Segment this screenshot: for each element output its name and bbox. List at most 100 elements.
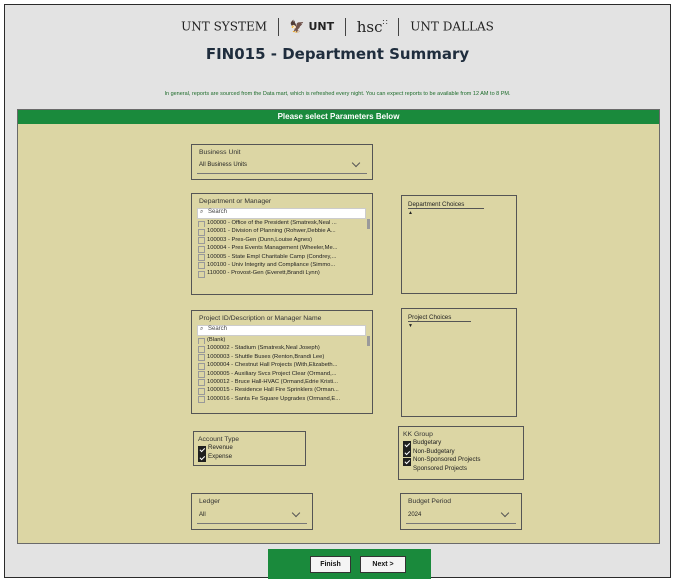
department-list: 100000 - Office of the President (Smatre… bbox=[197, 219, 366, 278]
unt-system-logo: UNT SYSTEM bbox=[181, 19, 268, 34]
project-item[interactable]: 1000016 - Santa Fe Square Upgrades (Orma… bbox=[197, 395, 366, 404]
project-item[interactable]: (Blank) bbox=[197, 336, 366, 345]
account-type-option[interactable]: Expense bbox=[198, 452, 233, 463]
department-item-label: 100001 - Division of Planning (Rohwer,De… bbox=[207, 228, 336, 235]
project-item-label: 1000015 - Residence Hall Fire Sprinklers… bbox=[207, 387, 339, 394]
business-unit-select[interactable]: Business Unit All Business Units bbox=[191, 144, 373, 180]
department-label: Department or Manager bbox=[199, 198, 272, 205]
checkbox[interactable] bbox=[198, 254, 205, 261]
department-item[interactable]: 100004 - Pres Events Management (Wheeler… bbox=[197, 244, 366, 253]
department-search-input[interactable]: ⌕ Search bbox=[197, 208, 366, 219]
project-search-input[interactable]: ⌕ Search bbox=[197, 325, 366, 336]
action-bar: Finish Next > bbox=[268, 549, 431, 579]
kk-group-option[interactable]: Sponsored Projects bbox=[403, 465, 480, 474]
project-item-label: 1000005 - Auxiliary Svcs Project Clear (… bbox=[207, 370, 337, 377]
budget-period-select[interactable]: Budget Period 2024 bbox=[400, 493, 522, 530]
unt-logo: UNT bbox=[308, 20, 335, 33]
project-item[interactable]: 1000003 - Shuttle Buses (Renton,Brandi L… bbox=[197, 353, 366, 362]
account-type-label: Account Type bbox=[198, 436, 240, 443]
department-item-label: 100000 - Office of the President (Smatre… bbox=[207, 220, 337, 226]
parameters-heading: Please select Parameters Below bbox=[18, 110, 659, 124]
institution-logos: UNT SYSTEM 🦅 UNT hsc∷ UNT DALLAS bbox=[5, 17, 670, 36]
finish-button[interactable]: Finish bbox=[310, 556, 351, 573]
checkbox[interactable] bbox=[198, 387, 205, 395]
checkbox[interactable] bbox=[198, 371, 205, 378]
department-item-label: 110000 - Provost-Gen (Everett,Brandi Lyn… bbox=[207, 270, 320, 277]
business-unit-dropdown[interactable]: All Business Units bbox=[197, 158, 367, 174]
project-item[interactable]: 1000012 - Bruce Hall-HVAC (Ormand,Edrie … bbox=[197, 378, 366, 387]
budget-period-dropdown[interactable]: 2024 bbox=[406, 508, 516, 524]
project-item[interactable]: 1000002 - Stadium (Smatresk,Neal Joseph) bbox=[197, 344, 366, 353]
ledger-dropdown[interactable]: All bbox=[197, 508, 307, 524]
department-choices-box: Department Choices ▲ bbox=[401, 195, 517, 294]
account-type-options: Revenue Expense bbox=[198, 444, 233, 463]
project-choices-box: Project Choices ▼ bbox=[401, 308, 517, 417]
department-choices-label: Department Choices ▲ bbox=[408, 201, 485, 216]
department-item[interactable]: 100001 - Division of Planning (Rohwer,De… bbox=[197, 227, 366, 236]
department-item[interactable]: 100000 - Office of the President (Smatre… bbox=[197, 219, 366, 228]
checkbox[interactable] bbox=[198, 354, 205, 362]
budget-period-label: Budget Period bbox=[408, 498, 452, 505]
department-item[interactable]: 100100 - Univ Integrity and Compliance (… bbox=[197, 261, 366, 270]
department-item-label: 100005 - State Empl Charitable Camp (Con… bbox=[207, 253, 337, 260]
report-header: UNT SYSTEM 🦅 UNT hsc∷ UNT DALLAS FIN015 … bbox=[5, 5, 670, 97]
checkbox[interactable] bbox=[198, 245, 205, 253]
department-item[interactable]: 110000 - Provost-Gen (Everett,Brandi Lyn… bbox=[197, 269, 366, 278]
kk-group-option[interactable]: Non-Sponsored Projects bbox=[403, 456, 481, 466]
eagle-icon: 🦅 bbox=[289, 19, 305, 34]
project-item[interactable]: 1000015 - Residence Hall Fire Sprinklers… bbox=[197, 386, 366, 395]
chevron-down-icon bbox=[500, 508, 510, 518]
business-unit-value: All Business Units bbox=[199, 162, 248, 168]
kk-group-box: KK Group Budgetary Non-Budgetary Non-Spons… bbox=[398, 426, 524, 480]
logo-divider bbox=[398, 17, 400, 36]
project-slicer: Project ID/Description or Manager Name ⌕… bbox=[191, 310, 373, 414]
department-item-label: 100004 - Pres Events Management (Wheeler… bbox=[207, 245, 338, 252]
kk-group-option-label: Non-Sponsored Projects bbox=[413, 456, 481, 464]
kk-group-option-label: Non-Budgetary bbox=[413, 447, 455, 455]
search-icon: ⌕ bbox=[200, 209, 204, 215]
logo-divider bbox=[344, 17, 346, 36]
chevron-down-icon bbox=[351, 158, 361, 168]
next-button[interactable]: Next > bbox=[360, 556, 406, 573]
project-item-label: 1000003 - Shuttle Buses (Renton,Brandi L… bbox=[207, 353, 325, 360]
checkbox[interactable] bbox=[198, 270, 205, 278]
account-type-option-label: Expense bbox=[208, 452, 233, 460]
project-item-label: 1000004 - Chestnut Hall Projects (With,E… bbox=[207, 362, 338, 369]
unt-dallas-logo: UNT DALLAS bbox=[410, 19, 494, 34]
parameters-panel: Please select Parameters Below Business … bbox=[17, 109, 660, 544]
project-label: Project ID/Description or Manager Name bbox=[199, 315, 322, 322]
checkbox[interactable] bbox=[198, 345, 205, 353]
kk-group-option[interactable]: Budgetary bbox=[403, 439, 480, 449]
project-scrollbar[interactable] bbox=[367, 336, 370, 346]
checkbox[interactable] bbox=[198, 228, 205, 236]
checkbox[interactable] bbox=[198, 379, 205, 387]
kk-group-option[interactable]: Non-Budgetary bbox=[403, 447, 480, 458]
department-slicer: Department or Manager ⌕ Search 100000 - … bbox=[191, 193, 373, 295]
checkbox[interactable] bbox=[198, 362, 205, 370]
checkbox[interactable] bbox=[198, 337, 205, 345]
account-type-option[interactable]: Revenue bbox=[198, 444, 233, 454]
project-item-label: 1000002 - Stadium (Smatresk,Neal Joseph) bbox=[207, 345, 320, 352]
sort-down-icon: ▼ bbox=[408, 323, 413, 329]
project-item[interactable]: 1000005 - Auxiliary Svcs Project Clear (… bbox=[197, 370, 366, 378]
checkbox[interactable] bbox=[198, 262, 205, 270]
ledger-select[interactable]: Ledger All bbox=[191, 493, 313, 530]
kk-group-options: Budgetary Non-Budgetary Non-Sponsored Proj… bbox=[403, 439, 480, 474]
checkbox[interactable] bbox=[198, 237, 205, 245]
checkbox-unchecked[interactable] bbox=[403, 467, 409, 473]
report-window: UNT SYSTEM 🦅 UNT hsc∷ UNT DALLAS FIN015 … bbox=[4, 4, 671, 579]
kk-group-option-label: Sponsored Projects bbox=[413, 465, 467, 473]
department-item[interactable]: 100003 - Pres-Gen (Dunn,Louise Agnes) bbox=[197, 236, 366, 245]
sort-up-icon: ▲ bbox=[408, 210, 413, 216]
department-item[interactable]: 100005 - State Empl Charitable Camp (Con… bbox=[197, 253, 366, 261]
business-unit-label: Business Unit bbox=[199, 149, 241, 156]
checkbox[interactable] bbox=[198, 220, 205, 228]
project-choices-label: Project Choices ▼ bbox=[408, 314, 472, 329]
department-item-label: 100003 - Pres-Gen (Dunn,Louise Agnes) bbox=[207, 236, 313, 243]
checkbox[interactable] bbox=[198, 396, 205, 404]
budget-period-value: 2024 bbox=[408, 512, 422, 518]
project-item-label: (Blank) bbox=[207, 337, 226, 343]
checkbox-checked[interactable] bbox=[198, 454, 206, 463]
department-scrollbar[interactable] bbox=[367, 219, 370, 229]
project-item[interactable]: 1000004 - Chestnut Hall Projects (With,E… bbox=[197, 361, 366, 370]
